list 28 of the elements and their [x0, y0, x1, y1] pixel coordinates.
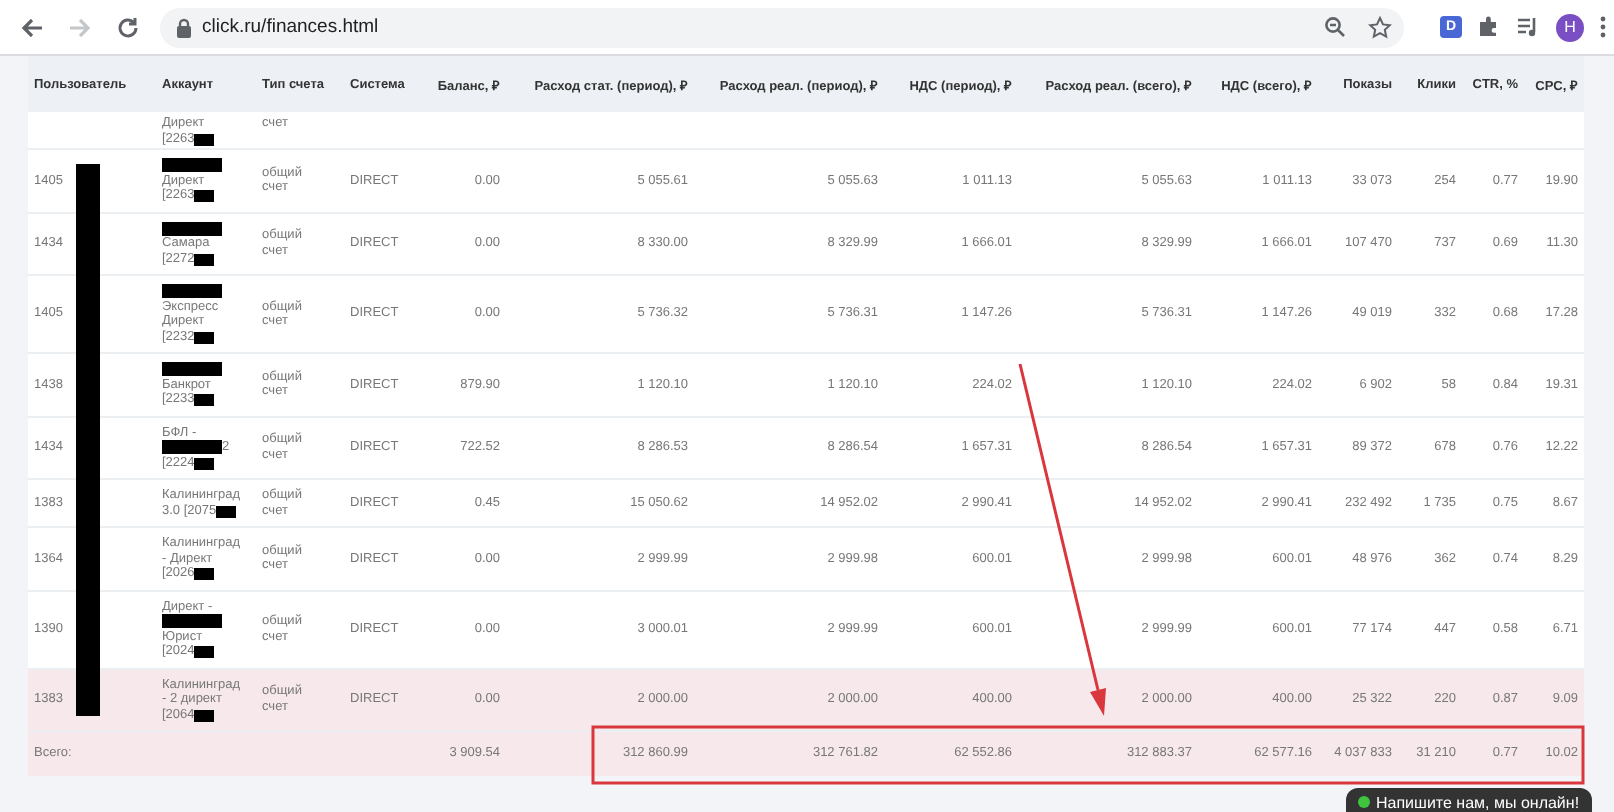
redaction-block — [162, 158, 222, 172]
chat-button[interactable]: Напишите нам, мы онлайн! — [1346, 788, 1592, 812]
redaction-block — [162, 362, 222, 376]
profile-avatar[interactable]: H — [1556, 13, 1584, 41]
puzzle-icon[interactable] — [1478, 16, 1500, 38]
redaction-block — [194, 709, 215, 721]
reload-icon[interactable] — [116, 15, 140, 39]
redaction-block — [194, 646, 215, 658]
redaction-block — [162, 440, 222, 454]
playlist-icon[interactable] — [1516, 16, 1540, 38]
redaction-block — [162, 284, 222, 298]
address-bar[interactable]: click.ru/finances.html — [160, 7, 1404, 47]
back-icon[interactable] — [20, 15, 44, 39]
redaction-block — [162, 614, 222, 628]
menu-icon[interactable] — [1600, 16, 1606, 38]
redaction-block — [216, 505, 237, 517]
redaction-block — [194, 253, 215, 265]
redaction-block — [194, 457, 215, 469]
redaction-block — [162, 221, 222, 235]
lock-icon — [176, 17, 192, 37]
star-icon[interactable] — [1368, 15, 1392, 39]
redaction-block — [194, 394, 215, 406]
redaction-block — [194, 331, 215, 343]
url-text: click.ru/finances.html — [202, 16, 381, 38]
redaction-block — [194, 190, 215, 202]
redaction-block — [194, 133, 215, 145]
zoom-icon[interactable] — [1324, 16, 1346, 38]
redaction-block — [194, 568, 215, 580]
